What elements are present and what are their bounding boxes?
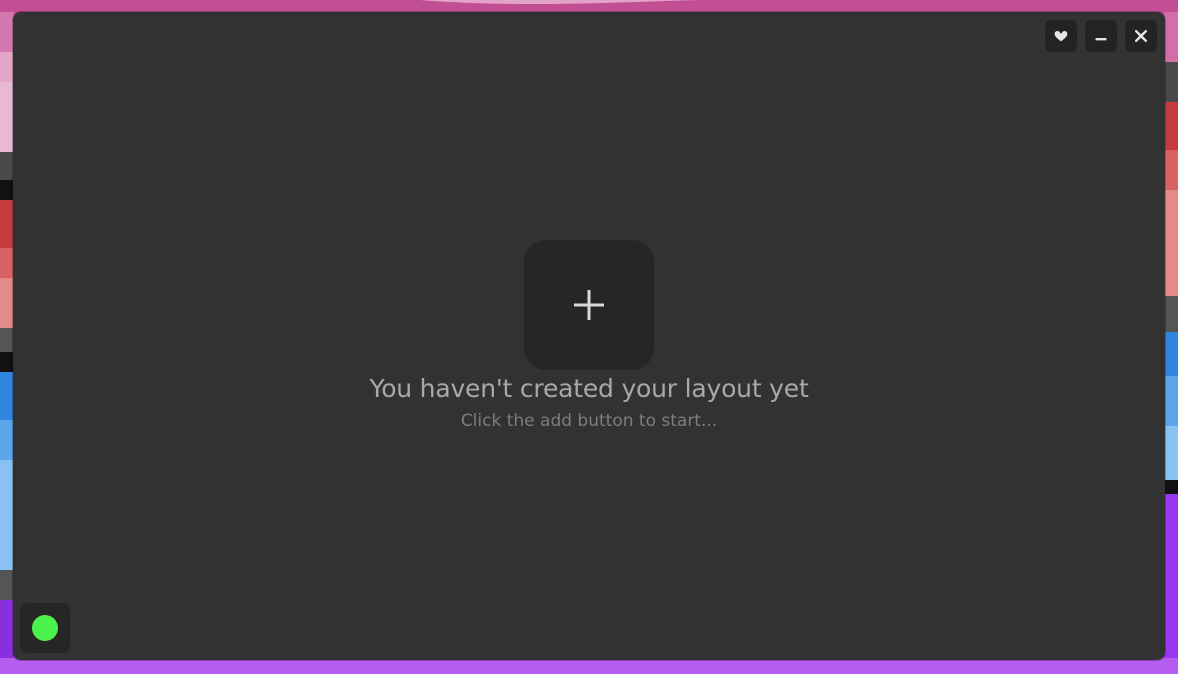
empty-state-subtitle: Click the add button to start...: [460, 411, 718, 431]
add-layout-button[interactable]: [524, 240, 654, 370]
minimize-button[interactable]: [1085, 20, 1117, 52]
close-icon: [1135, 30, 1147, 42]
favorite-button[interactable]: [1045, 20, 1077, 52]
app-window: You haven't created your layout yet Clic…: [13, 12, 1165, 660]
window-controls: [1045, 20, 1157, 52]
empty-state-title: You haven't created your layout yet: [369, 374, 809, 403]
plus-icon: [574, 290, 604, 320]
status-dot-icon: [32, 615, 58, 641]
close-button[interactable]: [1125, 20, 1157, 52]
minimize-icon: [1095, 38, 1107, 41]
heart-icon: [1054, 31, 1068, 42]
status-indicator[interactable]: [20, 603, 70, 653]
